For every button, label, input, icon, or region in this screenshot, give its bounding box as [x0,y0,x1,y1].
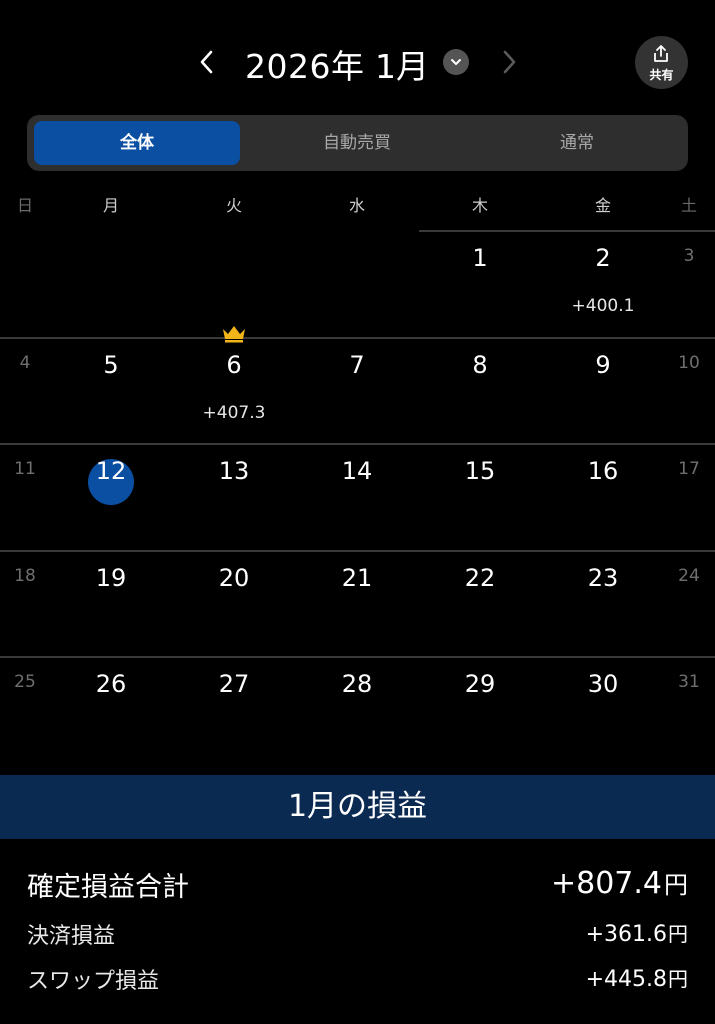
settlement-pl-unit: 円 [668,922,688,946]
swap-pl-unit: 円 [668,967,688,991]
day-cell[interactable]: 3 [684,246,695,266]
day-cell[interactable]: 25 [14,672,36,692]
day-cell[interactable]: 6 [226,351,241,379]
day-pl-value: +407.3 [202,402,266,423]
day-pl-value: +400.1 [571,296,635,316]
day-cell[interactable]: 15 [465,457,496,485]
day-cell[interactable]: 28 [342,670,373,698]
settlement-pl-label: 決済損益 [27,924,116,949]
week-separator [0,336,715,339]
week-separator [0,443,715,445]
week-separator [418,230,715,232]
monthly-pl-header: 1月の損益 [0,775,715,839]
day-cell[interactable]: 30 [588,670,619,698]
swap-pl-value: +445.8 [585,967,667,992]
day-cell[interactable]: 11 [14,459,36,479]
day-cell[interactable]: 19 [96,564,127,592]
day-cell[interactable]: 17 [678,459,700,479]
week-separator [0,549,715,552]
total-pl-value: +807.4 [550,866,662,901]
swap-pl-row: スワップ損益 +445.8円 [0,963,715,995]
total-pl-amount: +807.4円 [551,865,688,901]
day-cell[interactable]: 23 [588,564,619,592]
total-pl-row: 確定損益合計 +807.4円 [0,865,715,905]
day-cell[interactable]: 10 [678,353,700,373]
day-cell[interactable]: 20 [219,564,250,592]
day-cell[interactable]: 13 [219,457,250,485]
day-cell[interactable]: 2 [595,244,610,272]
day-cell[interactable]: 29 [465,670,496,698]
day-cell[interactable]: 7 [349,351,364,379]
day-cell[interactable]: 31 [678,672,700,692]
day-cell[interactable]: 14 [342,457,373,485]
calendar-grid: 1 2 +400.1 3 4 5 6 +407.3 7 8 9 10 11 12 13 14 15 16 17 18 1… [0,0,715,775]
crown-icon [223,325,245,342]
day-cell[interactable]: 24 [678,566,700,586]
settlement-pl-amount: +361.6円 [586,918,688,947]
day-cell[interactable]: 22 [465,564,496,592]
total-pl-label: 確定損益合計 [27,872,189,903]
swap-pl-amount: +445.8円 [586,963,688,992]
day-cell[interactable]: 4 [20,353,31,373]
day-cell[interactable]: 5 [103,351,118,379]
swap-pl-label: スワップ損益 [27,969,160,994]
day-cell[interactable]: 16 [588,457,619,485]
day-cell[interactable]: 26 [96,670,127,698]
day-cell[interactable]: 8 [472,351,487,379]
settlement-pl-value: +361.6 [585,922,667,947]
settlement-pl-row: 決済損益 +361.6円 [0,918,715,950]
week-separator [0,656,715,658]
day-cell[interactable]: 1 [472,244,487,272]
day-cell[interactable]: 21 [342,564,373,592]
day-cell[interactable]: 18 [14,566,36,586]
day-cell[interactable]: 12 [96,457,127,485]
total-pl-unit: 円 [664,871,688,899]
day-cell[interactable]: 9 [595,351,610,379]
day-cell[interactable]: 27 [219,670,250,698]
